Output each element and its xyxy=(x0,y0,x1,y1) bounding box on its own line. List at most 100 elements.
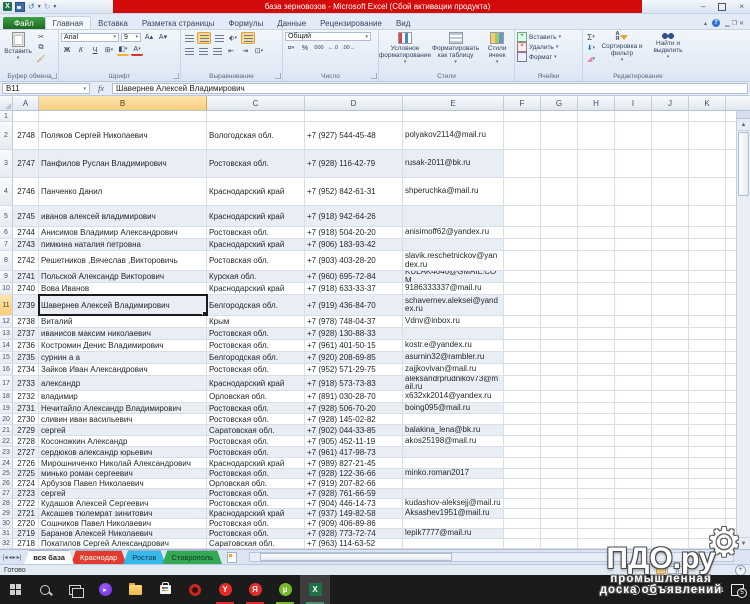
cell[interactable]: Ростовская обл. xyxy=(207,403,305,413)
cell[interactable] xyxy=(403,447,504,457)
row-header-4[interactable]: 4 xyxy=(0,178,13,205)
cell[interactable]: 2732 xyxy=(13,391,39,402)
cell[interactable]: 2746 xyxy=(13,178,39,205)
underline-button[interactable]: Ч xyxy=(89,45,101,55)
empty-cells[interactable] xyxy=(504,391,736,402)
cell[interactable]: 2723 xyxy=(13,489,39,498)
row-header-23[interactable]: 23 xyxy=(0,447,13,457)
first-sheet-icon[interactable]: |◂ xyxy=(3,554,8,561)
scrollbar-thumb[interactable] xyxy=(738,132,749,196)
row-header-24[interactable]: 24 xyxy=(0,458,13,468)
row-header-26[interactable]: 26 xyxy=(0,479,13,488)
row-header-8[interactable]: 8 xyxy=(0,251,13,270)
column-header-F[interactable]: F xyxy=(504,96,541,110)
cell[interactable] xyxy=(305,111,403,121)
insert-cells-button[interactable]: + Вставить▾ xyxy=(517,32,580,42)
cell[interactable]: Ростовская обл. xyxy=(207,414,305,424)
align-center-button[interactable] xyxy=(197,46,209,56)
ribbon-tab-0[interactable]: Главная xyxy=(45,16,91,29)
cell[interactable]: сергей xyxy=(39,489,207,498)
normal-view-button[interactable] xyxy=(656,566,666,574)
empty-cells[interactable] xyxy=(504,251,736,270)
cell[interactable]: akos25198@mail.ru xyxy=(403,436,504,446)
close-button[interactable]: × xyxy=(739,2,744,11)
cell[interactable] xyxy=(403,111,504,121)
cell[interactable]: Ростовская обл. xyxy=(207,447,305,457)
next-sheet-icon[interactable]: ▸ xyxy=(13,554,16,561)
cell[interactable]: 2727 xyxy=(13,447,39,457)
empty-cells[interactable] xyxy=(504,529,736,538)
split-handle[interactable] xyxy=(737,111,750,119)
cell[interactable]: Косоножкин Александр xyxy=(39,436,207,446)
tray-device-icon[interactable] xyxy=(647,585,657,595)
row-header-9[interactable]: 9 xyxy=(0,271,13,282)
percent-style-button[interactable]: % xyxy=(299,43,311,53)
cell[interactable]: 2722 xyxy=(13,499,39,508)
hscrollbar-thumb[interactable] xyxy=(260,553,452,561)
cell[interactable] xyxy=(403,479,504,488)
empty-cells[interactable] xyxy=(504,414,736,424)
cell[interactable]: +7 (918) 504-20-20 xyxy=(305,227,403,238)
cell[interactable]: 2748 xyxy=(13,122,39,149)
cell[interactable]: минько роман сергеевич xyxy=(39,469,207,478)
ribbon-tab-5[interactable]: Рецензирование xyxy=(313,17,389,29)
cell[interactable]: minko.roman2017 xyxy=(403,469,504,478)
row-header-16[interactable]: 16 xyxy=(0,364,13,375)
cell[interactable]: asurnin32@rambler.ru xyxy=(403,352,504,363)
cell[interactable]: +7 (891) 030-28-70 xyxy=(305,391,403,402)
cell[interactable]: Покатилов Сергей Александрович xyxy=(39,539,207,548)
cell[interactable]: Ростовская обл. xyxy=(207,364,305,375)
empty-cells[interactable] xyxy=(504,539,736,548)
align-bottom-button[interactable] xyxy=(213,33,225,43)
cell[interactable]: kudashov-aleksejj@mail.ru xyxy=(403,499,504,508)
cell[interactable] xyxy=(403,239,504,250)
vertical-scrollbar[interactable]: ▲ ▼ xyxy=(736,111,750,549)
cell[interactable]: rusak-2011@bk.ru xyxy=(403,150,504,177)
cell[interactable]: Вологодская обл. xyxy=(207,122,305,149)
empty-cells[interactable] xyxy=(504,178,736,205)
taskbar-clock-date[interactable]: 08.08.2021 xyxy=(686,585,724,594)
bold-button[interactable]: Ж xyxy=(61,45,73,55)
dialog-launcher-icon[interactable] xyxy=(173,73,179,79)
cell[interactable]: Решетников ,Вячеслав ,Викторовичь xyxy=(39,251,207,270)
cell[interactable]: сергей xyxy=(39,425,207,435)
cell[interactable]: 2719 xyxy=(13,529,39,538)
horizontal-scrollbar[interactable] xyxy=(249,552,734,562)
cell[interactable] xyxy=(403,539,504,548)
empty-cells[interactable] xyxy=(504,509,736,518)
ribbon-tab-6[interactable]: Вид xyxy=(389,17,417,29)
cell-styles-button[interactable]: Стили ячеек ▾ xyxy=(482,32,512,65)
cell[interactable]: +7 (927) 544-45-48 xyxy=(305,122,403,149)
number-format-select[interactable]: Общий▾ xyxy=(285,32,371,41)
empty-cells[interactable] xyxy=(504,271,736,282)
fill-button[interactable]: ⬇▾ xyxy=(585,43,597,53)
row-header-14[interactable]: 14 xyxy=(0,340,13,351)
cell[interactable]: Краснодарский край xyxy=(207,206,305,226)
row-header-15[interactable]: 15 xyxy=(0,352,13,363)
scroll-down-icon[interactable]: ▼ xyxy=(737,537,750,549)
cell[interactable]: kostr.e@yandex.ru xyxy=(403,340,504,351)
name-box-dropdown-icon[interactable]: ▾ xyxy=(83,86,86,92)
ribbon-tab-1[interactable]: Вставка xyxy=(91,17,135,29)
cell[interactable]: +7 (920) 208-69-85 xyxy=(305,352,403,363)
cell[interactable]: Панченко Данил xyxy=(39,178,207,205)
delete-cells-button[interactable]: × Удалить▾ xyxy=(517,42,580,52)
cell[interactable]: Ростовская обл. xyxy=(207,499,305,508)
dialog-launcher-icon[interactable] xyxy=(371,73,377,79)
cell[interactable]: Панфилов Руслан Владимирович xyxy=(39,150,207,177)
cell[interactable]: Vdnv@inbox.ru xyxy=(403,316,504,327)
cell[interactable]: Костромин Денис Владимирович xyxy=(39,340,207,351)
empty-cells[interactable] xyxy=(504,295,736,315)
sheet-tab-1[interactable]: Краснодар xyxy=(71,550,126,564)
font-name-select[interactable]: Arial▾ xyxy=(61,33,119,42)
file-tab[interactable]: Файл xyxy=(3,17,45,29)
page-break-view-button[interactable] xyxy=(678,566,688,574)
cell[interactable]: +7 (952) 842-61-31 xyxy=(305,178,403,205)
prev-sheet-icon[interactable]: ◂ xyxy=(9,554,12,561)
cell[interactable]: +7 (905) 452-11-19 xyxy=(305,436,403,446)
dialog-launcher-icon[interactable] xyxy=(275,73,281,79)
cell[interactable]: владимир xyxy=(39,391,207,402)
align-middle-button[interactable] xyxy=(197,32,211,44)
cell[interactable]: +7 (903) 403-28-20 xyxy=(305,251,403,270)
cell[interactable]: +7 (918) 573-73-83 xyxy=(305,376,403,390)
